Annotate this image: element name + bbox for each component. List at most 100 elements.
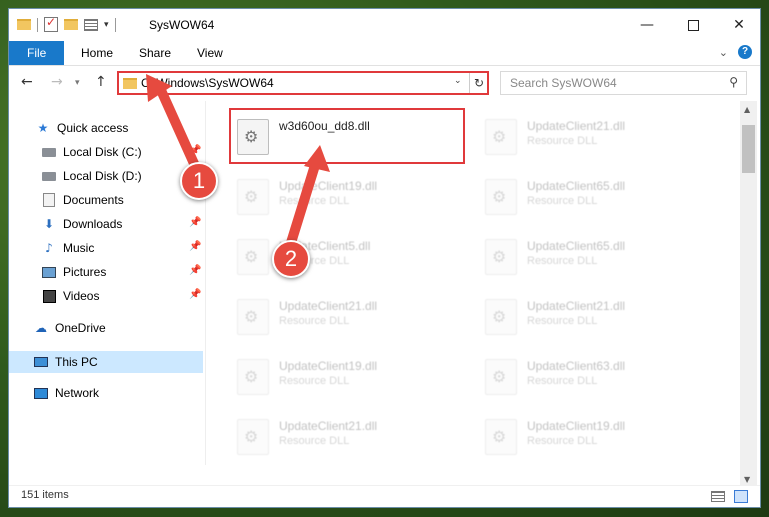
maximize-icon bbox=[687, 19, 699, 31]
ribbon-tabs: File Home Share View ⌄ ? bbox=[9, 41, 760, 66]
dll-file-icon bbox=[485, 119, 517, 155]
music-icon: ♪ bbox=[45, 241, 53, 255]
folder-icon bbox=[17, 19, 31, 30]
file-type: Resource DLL bbox=[527, 255, 598, 267]
address-bar[interactable]: C:\Windows\SysWOW64 ⌄ ↻ bbox=[117, 71, 489, 95]
customize-toolbar-icon[interactable]: ▾ bbox=[104, 20, 109, 30]
dll-file-icon bbox=[237, 179, 269, 215]
forward-arrow-icon[interactable]: → bbox=[51, 74, 63, 90]
tab-view[interactable]: View bbox=[183, 41, 237, 65]
sidebar-item-label: Downloads bbox=[63, 217, 123, 231]
dll-file-icon bbox=[485, 239, 517, 275]
sidebar-item-local-disk-c[interactable]: Local Disk (C:) bbox=[41, 141, 142, 163]
tab-file[interactable]: File bbox=[9, 41, 65, 65]
navigation-pane: ★ Quick access Local Disk (C:) 📌 Local D… bbox=[9, 101, 205, 471]
file-name: UpdateClient19.dll bbox=[279, 359, 378, 373]
expand-ribbon-icon[interactable]: ⌄ bbox=[719, 46, 728, 59]
sidebar-item-this-pc[interactable]: This PC bbox=[33, 351, 98, 373]
file-type: Resource DLL bbox=[279, 195, 350, 207]
file-item[interactable]: UpdateClient5.dll Resource DLL bbox=[229, 227, 459, 277]
file-name: UpdateClient21.dll bbox=[279, 419, 378, 433]
address-path[interactable]: C:\Windows\SysWOW64 bbox=[141, 76, 274, 90]
file-item[interactable]: UpdateClient63.dll Resource DLL bbox=[477, 347, 707, 397]
sidebar-item-local-disk-d[interactable]: Local Disk (D:) bbox=[41, 165, 142, 187]
sidebar-item-documents[interactable]: Documents bbox=[41, 189, 124, 211]
sidebar-item-label: Videos bbox=[63, 289, 100, 303]
title-bar: ▾ SysWOW64 — ✕ bbox=[9, 9, 760, 41]
onedrive-icon: ☁ bbox=[35, 321, 47, 335]
back-arrow-icon[interactable]: ← bbox=[21, 74, 33, 90]
sidebar-item-label: Music bbox=[63, 241, 95, 255]
file-type: Resource DLL bbox=[527, 375, 598, 387]
sidebar-item-network[interactable]: Network bbox=[33, 382, 99, 404]
file-name: UpdateClient19.dll bbox=[527, 419, 626, 433]
tab-share[interactable]: Share bbox=[125, 41, 185, 65]
pin-icon[interactable]: 📌 bbox=[189, 289, 201, 300]
pane-divider[interactable] bbox=[205, 101, 206, 465]
pin-icon[interactable]: 📌 bbox=[189, 265, 201, 276]
dll-file-icon bbox=[485, 299, 517, 335]
star-icon: ★ bbox=[37, 121, 49, 135]
toolbar-separator bbox=[114, 17, 116, 32]
new-folder-icon[interactable] bbox=[64, 19, 78, 30]
toolbar-separator bbox=[37, 17, 38, 32]
computer-icon bbox=[33, 355, 49, 369]
sidebar-item-label: This PC bbox=[55, 355, 98, 369]
file-type: Resource DLL bbox=[279, 435, 350, 447]
file-name: UpdateClient21.dll bbox=[527, 299, 626, 313]
properties-checkmark-icon[interactable] bbox=[44, 15, 58, 32]
dll-file-icon bbox=[237, 299, 269, 335]
documents-icon bbox=[41, 193, 57, 207]
dll-file-icon bbox=[485, 419, 517, 455]
help-icon[interactable]: ? bbox=[738, 45, 752, 59]
file-type: Resource DLL bbox=[527, 315, 598, 327]
sidebar-item-pictures[interactable]: Pictures bbox=[41, 261, 106, 283]
minimize-button[interactable]: — bbox=[624, 9, 670, 41]
videos-icon bbox=[41, 289, 57, 303]
maximize-button[interactable] bbox=[670, 9, 716, 41]
file-explorer-window: ▾ SysWOW64 — ✕ File Home Share View ⌄ ? … bbox=[8, 8, 761, 508]
pin-icon[interactable]: 📌 bbox=[189, 217, 201, 228]
refresh-icon[interactable]: ↻ bbox=[469, 73, 488, 93]
sidebar-item-downloads[interactable]: ⬇ Downloads bbox=[41, 213, 122, 235]
pin-icon[interactable]: 📌 bbox=[189, 241, 201, 252]
file-name: UpdateClient65.dll bbox=[527, 239, 626, 253]
close-button[interactable]: ✕ bbox=[716, 9, 760, 41]
folder-icon bbox=[123, 78, 137, 89]
file-item[interactable]: UpdateClient65.dll Resource DLL bbox=[477, 227, 707, 277]
file-item[interactable]: UpdateClient19.dll Resource DLL bbox=[477, 407, 707, 457]
scrollbar-thumb[interactable] bbox=[742, 125, 755, 173]
window-title: SysWOW64 bbox=[149, 18, 215, 32]
large-icons-view-icon[interactable] bbox=[734, 490, 748, 503]
file-name: UpdateClient21.dll bbox=[527, 119, 626, 133]
file-type: Resource DLL bbox=[527, 435, 598, 447]
search-icon[interactable]: ⚲ bbox=[729, 75, 738, 89]
scroll-down-icon[interactable]: ▼ bbox=[744, 475, 750, 484]
pin-icon[interactable]: 📌 bbox=[189, 145, 201, 156]
tab-home[interactable]: Home bbox=[67, 41, 127, 65]
sidebar-item-label: Pictures bbox=[63, 265, 107, 279]
properties-icon[interactable] bbox=[84, 18, 98, 31]
search-placeholder: Search SysWOW64 bbox=[510, 76, 617, 90]
file-item[interactable]: UpdateClient19.dll Resource DLL bbox=[229, 347, 459, 397]
sidebar-item-quick-access[interactable]: ★ Quick access bbox=[35, 117, 129, 139]
recent-locations-icon[interactable]: ▾ bbox=[75, 78, 80, 88]
dll-file-icon bbox=[237, 239, 269, 275]
file-item[interactable]: UpdateClient21.dll Resource DLL bbox=[477, 287, 707, 337]
sidebar-item-videos[interactable]: Videos bbox=[41, 285, 99, 307]
network-icon bbox=[33, 386, 49, 400]
address-dropdown-icon[interactable]: ⌄ bbox=[454, 76, 462, 86]
up-arrow-icon[interactable]: ↑ bbox=[95, 74, 107, 90]
file-item[interactable]: UpdateClient19.dll Resource DLL bbox=[229, 167, 459, 217]
file-item[interactable]: UpdateClient21.dll Resource DLL bbox=[229, 287, 459, 337]
file-item[interactable]: UpdateClient65.dll Resource DLL bbox=[477, 167, 707, 217]
scroll-up-icon[interactable]: ▲ bbox=[744, 105, 750, 114]
details-view-icon[interactable] bbox=[711, 491, 725, 502]
file-item[interactable]: UpdateClient21.dll Resource DLL bbox=[477, 107, 707, 157]
sidebar-item-music[interactable]: ♪ Music bbox=[41, 237, 94, 259]
file-item[interactable]: UpdateClient21.dll Resource DLL bbox=[229, 407, 459, 457]
sidebar-item-onedrive[interactable]: ☁ OneDrive bbox=[33, 317, 106, 339]
vertical-scrollbar[interactable]: ▲ ▼ bbox=[740, 101, 757, 487]
drive-icon bbox=[41, 145, 57, 159]
search-input[interactable]: Search SysWOW64 ⚲ bbox=[500, 71, 747, 95]
